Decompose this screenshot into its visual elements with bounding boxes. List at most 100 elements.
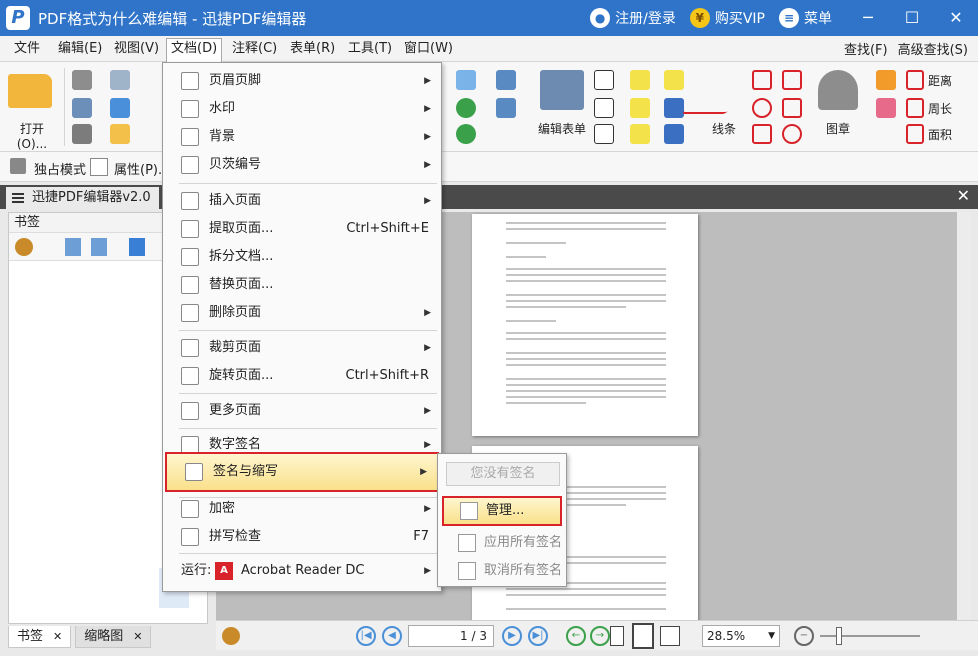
zoom-in-icon[interactable]	[456, 70, 476, 90]
menu-extract-page[interactable]: 提取页面... Ctrl+Shift+E	[163, 217, 441, 241]
advanced-find-button[interactable]: 高级查找(S)	[898, 39, 968, 58]
menu-encrypt[interactable]: 加密 ▶	[163, 497, 441, 521]
stamp-button[interactable]: 图章	[818, 120, 858, 137]
tab-menu-icon[interactable]	[12, 193, 24, 203]
open-button[interactable]: 打开(O)...	[6, 120, 58, 151]
login-button[interactable]: ● 注册/登录	[590, 8, 676, 28]
menu-spell-check[interactable]: 拼写检查 F7	[163, 525, 441, 549]
tab-thumbnails[interactable]: 缩略图 ✕	[75, 626, 152, 648]
ellipse-icon[interactable]	[752, 98, 772, 118]
cloud-icon[interactable]	[782, 124, 802, 144]
new-bookmark-icon[interactable]	[129, 238, 145, 256]
email-icon[interactable]	[110, 70, 130, 90]
eraser-icon[interactable]	[876, 98, 896, 118]
menu-delete-page[interactable]: 删除页面 ▶	[163, 301, 441, 325]
menu-tools[interactable]: 工具(T)	[344, 39, 396, 59]
menu-background[interactable]: 背景 ▶	[163, 125, 441, 149]
next-page-icon[interactable]: ▶	[502, 626, 522, 646]
main-menu-button[interactable]: ≡ 菜单	[779, 8, 832, 28]
no-signature-button[interactable]: 您没有签名	[446, 462, 560, 486]
line-button[interactable]: 线条	[704, 120, 744, 137]
polygon-icon[interactable]	[782, 98, 802, 118]
maximize-button[interactable]: ☐	[890, 0, 934, 36]
area-button[interactable]: 面积	[928, 126, 952, 143]
pencil-icon[interactable]	[876, 70, 896, 90]
menu-insert-page[interactable]: 插入页面 ▶	[163, 189, 441, 213]
menu-view[interactable]: 视图(V)	[110, 39, 163, 59]
menu-window[interactable]: 窗口(W)	[400, 39, 457, 59]
zoom-slider-thumb[interactable]	[836, 627, 842, 645]
menu-comment[interactable]: 注释(C)	[228, 39, 281, 59]
tab-bookmarks[interactable]: 书签 ✕	[8, 626, 72, 648]
distance-button[interactable]: 距离	[928, 72, 952, 89]
rectangle-icon[interactable]	[752, 124, 772, 144]
menu-replace-page[interactable]: 替换页面...	[163, 273, 441, 297]
buy-vip-button[interactable]: ¥ 购买VIP	[689, 8, 765, 28]
export-icon[interactable]	[72, 124, 92, 144]
apply-all-signatures-button[interactable]: 应用所有签名	[442, 530, 562, 556]
print-icon[interactable]	[72, 98, 92, 118]
close-button[interactable]: ✕	[934, 0, 978, 36]
menu-run-app[interactable]: 运行: A Acrobat Reader DC ▶	[163, 559, 441, 583]
single-page-icon[interactable]	[610, 626, 624, 646]
attach-icon[interactable]	[664, 98, 684, 118]
find-button[interactable]: 查找(F)	[844, 39, 888, 58]
menu-rotate-page[interactable]: 旋转页面... Ctrl+Shift+R	[163, 364, 441, 388]
rotate-right-icon[interactable]	[456, 124, 476, 144]
first-page-icon[interactable]: |◀	[356, 626, 376, 646]
sound-icon[interactable]	[664, 124, 684, 144]
menu-header-footer[interactable]: 页眉页脚 ▶	[163, 69, 441, 93]
menu-sign-initial[interactable]: 签名与缩写 ▶	[165, 452, 439, 492]
continuous-page-icon[interactable]	[632, 623, 654, 649]
underline-icon[interactable]	[630, 124, 650, 144]
cancel-all-signatures-button[interactable]: 取消所有签名	[442, 558, 562, 584]
prev-page-icon[interactable]: ◀	[382, 626, 402, 646]
new-icon[interactable]	[110, 124, 130, 144]
zoom-select[interactable]: 28.5% ▼	[702, 625, 780, 647]
close-icon[interactable]: ✕	[53, 630, 62, 643]
line-tool-icon[interactable]	[681, 70, 763, 114]
menu-form[interactable]: 表单(R)	[286, 39, 339, 59]
scan-icon[interactable]	[110, 98, 130, 118]
minimize-button[interactable]: ─	[846, 0, 890, 36]
add-bookmark-icon[interactable]	[65, 238, 81, 256]
callout-icon[interactable]	[594, 124, 614, 144]
back-icon[interactable]: ←	[566, 626, 586, 646]
text-box-icon[interactable]	[594, 70, 614, 90]
forward-icon[interactable]: →	[590, 626, 610, 646]
edit-form-button[interactable]: 编辑表单	[534, 120, 590, 137]
save-icon[interactable]	[72, 70, 92, 90]
menu-crop-page[interactable]: 裁剪页面 ▶	[163, 336, 441, 360]
menu-more-pages[interactable]: 更多页面 ▶	[163, 399, 441, 423]
stamp-icon[interactable]	[818, 70, 858, 110]
rotate-left-icon[interactable]	[456, 98, 476, 118]
menu-bates[interactable]: 贝茨编号 ▶	[163, 153, 441, 177]
folder-icon[interactable]	[8, 74, 52, 108]
close-icon[interactable]: ✕	[133, 630, 142, 643]
note-icon[interactable]	[664, 70, 684, 90]
arrow-icon[interactable]	[752, 70, 772, 90]
zoom-out-icon[interactable]: −	[794, 626, 814, 646]
last-page-icon[interactable]: ▶|	[528, 626, 548, 646]
vertical-scrollbar[interactable]	[957, 212, 971, 620]
manage-signatures-button[interactable]: 管理...	[442, 496, 562, 526]
bookmark-child-icon[interactable]	[91, 238, 107, 256]
menu-split-document[interactable]: 拆分文档...	[163, 245, 441, 269]
perimeter-button[interactable]: 周长	[928, 100, 952, 117]
zoom-slider[interactable]	[820, 635, 920, 637]
menu-document[interactable]: 文档(D)	[166, 38, 223, 62]
menu-watermark[interactable]: 水印 ▶	[163, 97, 441, 121]
close-tab-icon[interactable]: ✕	[957, 186, 970, 205]
menu-file[interactable]: 文件	[10, 39, 44, 59]
exclusive-mode-button[interactable]: 独占模式	[34, 159, 86, 178]
page-number-input[interactable]: 1 / 3	[408, 625, 494, 647]
menu-edit[interactable]: 编辑(E)	[54, 39, 106, 59]
gear-icon[interactable]	[15, 238, 33, 256]
polyline-icon[interactable]	[782, 70, 802, 90]
text-field-icon[interactable]	[594, 98, 614, 118]
facing-page-icon[interactable]	[660, 626, 680, 646]
strikeout-icon[interactable]	[630, 98, 650, 118]
gear-icon[interactable]	[222, 627, 240, 645]
typewriter-icon[interactable]	[630, 70, 650, 90]
document-tab[interactable]: 迅捷PDF编辑器v2.0	[6, 187, 159, 209]
